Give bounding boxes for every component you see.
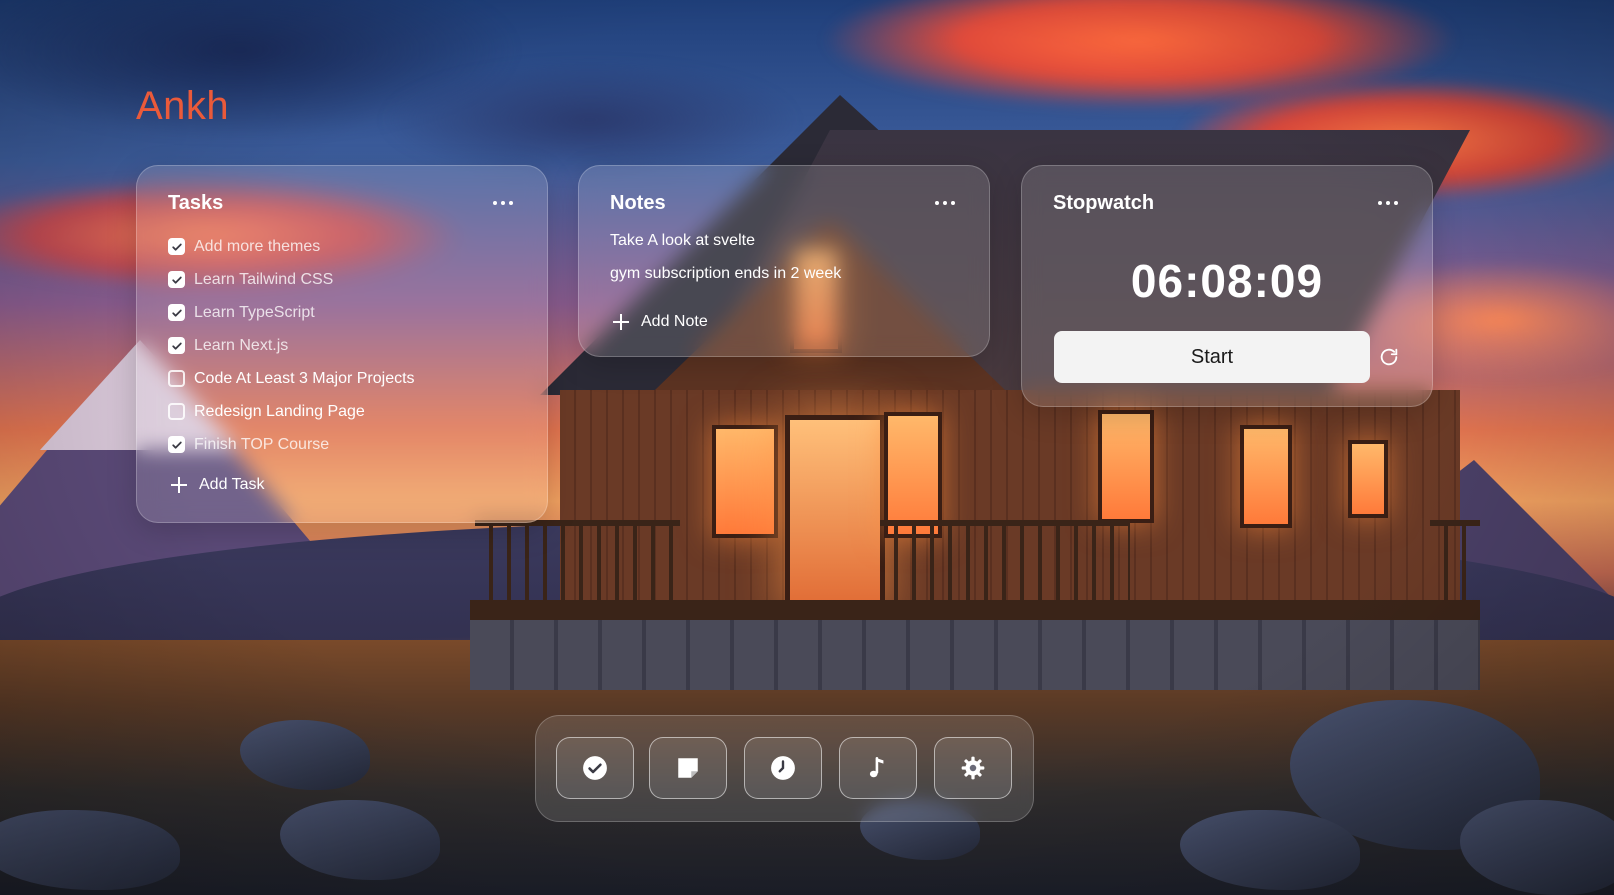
dock-notes-button[interactable] [649,737,727,799]
task-label: Learn Tailwind CSS [194,270,334,288]
task-label: Learn TypeScript [194,303,315,321]
stopwatch-widget: Stopwatch 06:08:09 Start [1021,165,1433,407]
plus-icon [171,477,187,493]
task-list: Add more themes Learn Tailwind CSS Learn T… [168,230,415,461]
tasks-title: Tasks [168,192,224,214]
task-item[interactable]: Redesign Landing Page [168,395,415,428]
task-item[interactable]: Learn Tailwind CSS [168,263,415,296]
dock-tasks-button[interactable] [556,737,634,799]
checkmark-icon [171,342,182,350]
plus-icon [613,314,629,330]
checkmark-icon [171,276,182,284]
checkmark-icon [171,441,182,449]
checkbox-checked[interactable] [168,238,185,255]
task-item[interactable]: Finish TOP Course [168,428,415,461]
stopwatch-title: Stopwatch [1053,192,1155,214]
task-label: Add more themes [194,237,321,255]
clock-icon [771,756,795,780]
note-item[interactable]: gym subscription ends in 2 week [610,263,841,296]
start-button[interactable]: Start [1054,331,1370,383]
task-label: Finish TOP Course [194,435,330,453]
dock-music-button[interactable] [839,737,917,799]
checkbox-unchecked[interactable] [168,403,185,420]
checkmark-icon [171,243,182,251]
reset-icon[interactable] [1378,346,1400,368]
checkbox-checked[interactable] [168,304,185,321]
checkbox-checked[interactable] [168,271,185,288]
task-item[interactable]: Learn Next.js [168,329,415,362]
stopwatch-more-icon[interactable] [1378,195,1398,211]
app-logo: Ankh [136,84,230,128]
checkbox-unchecked[interactable] [168,370,185,387]
checkbox-checked[interactable] [168,436,185,453]
task-item[interactable]: Code At Least 3 Major Projects [168,362,415,395]
task-item[interactable]: Add more themes [168,230,415,263]
checkmark-icon [171,309,182,317]
notes-title: Notes [610,192,666,214]
note-list: Take A look at svelte gym subscription e… [610,230,841,296]
notes-more-icon[interactable] [935,195,955,211]
add-task-button[interactable]: Add Task [171,476,265,494]
task-label: Redesign Landing Page [194,402,365,420]
dock-settings-button[interactable] [934,737,1012,799]
music-note-icon [869,756,884,778]
task-label: Code At Least 3 Major Projects [194,369,415,387]
check-circle-icon [583,756,607,780]
task-item[interactable]: Learn TypeScript [168,296,415,329]
bottom-dock [535,715,1034,822]
notes-widget: Notes Take A look at svelte gym subscrip… [578,165,990,357]
gear-icon [961,756,985,780]
dock-stopwatch-button[interactable] [744,737,822,799]
note-item[interactable]: Take A look at svelte [610,230,841,263]
sticky-note-icon [678,758,698,778]
stopwatch-time: 06:08:09 [1130,255,1324,307]
tasks-widget: Tasks Add more themes Learn Tailwind CSS L… [136,165,548,523]
add-note-button[interactable]: Add Note [613,313,708,331]
add-note-label: Add Note [641,313,708,330]
task-label: Learn Next.js [194,336,289,354]
tasks-more-icon[interactable] [493,195,513,211]
add-task-label: Add Task [199,476,265,493]
checkbox-checked[interactable] [168,337,185,354]
